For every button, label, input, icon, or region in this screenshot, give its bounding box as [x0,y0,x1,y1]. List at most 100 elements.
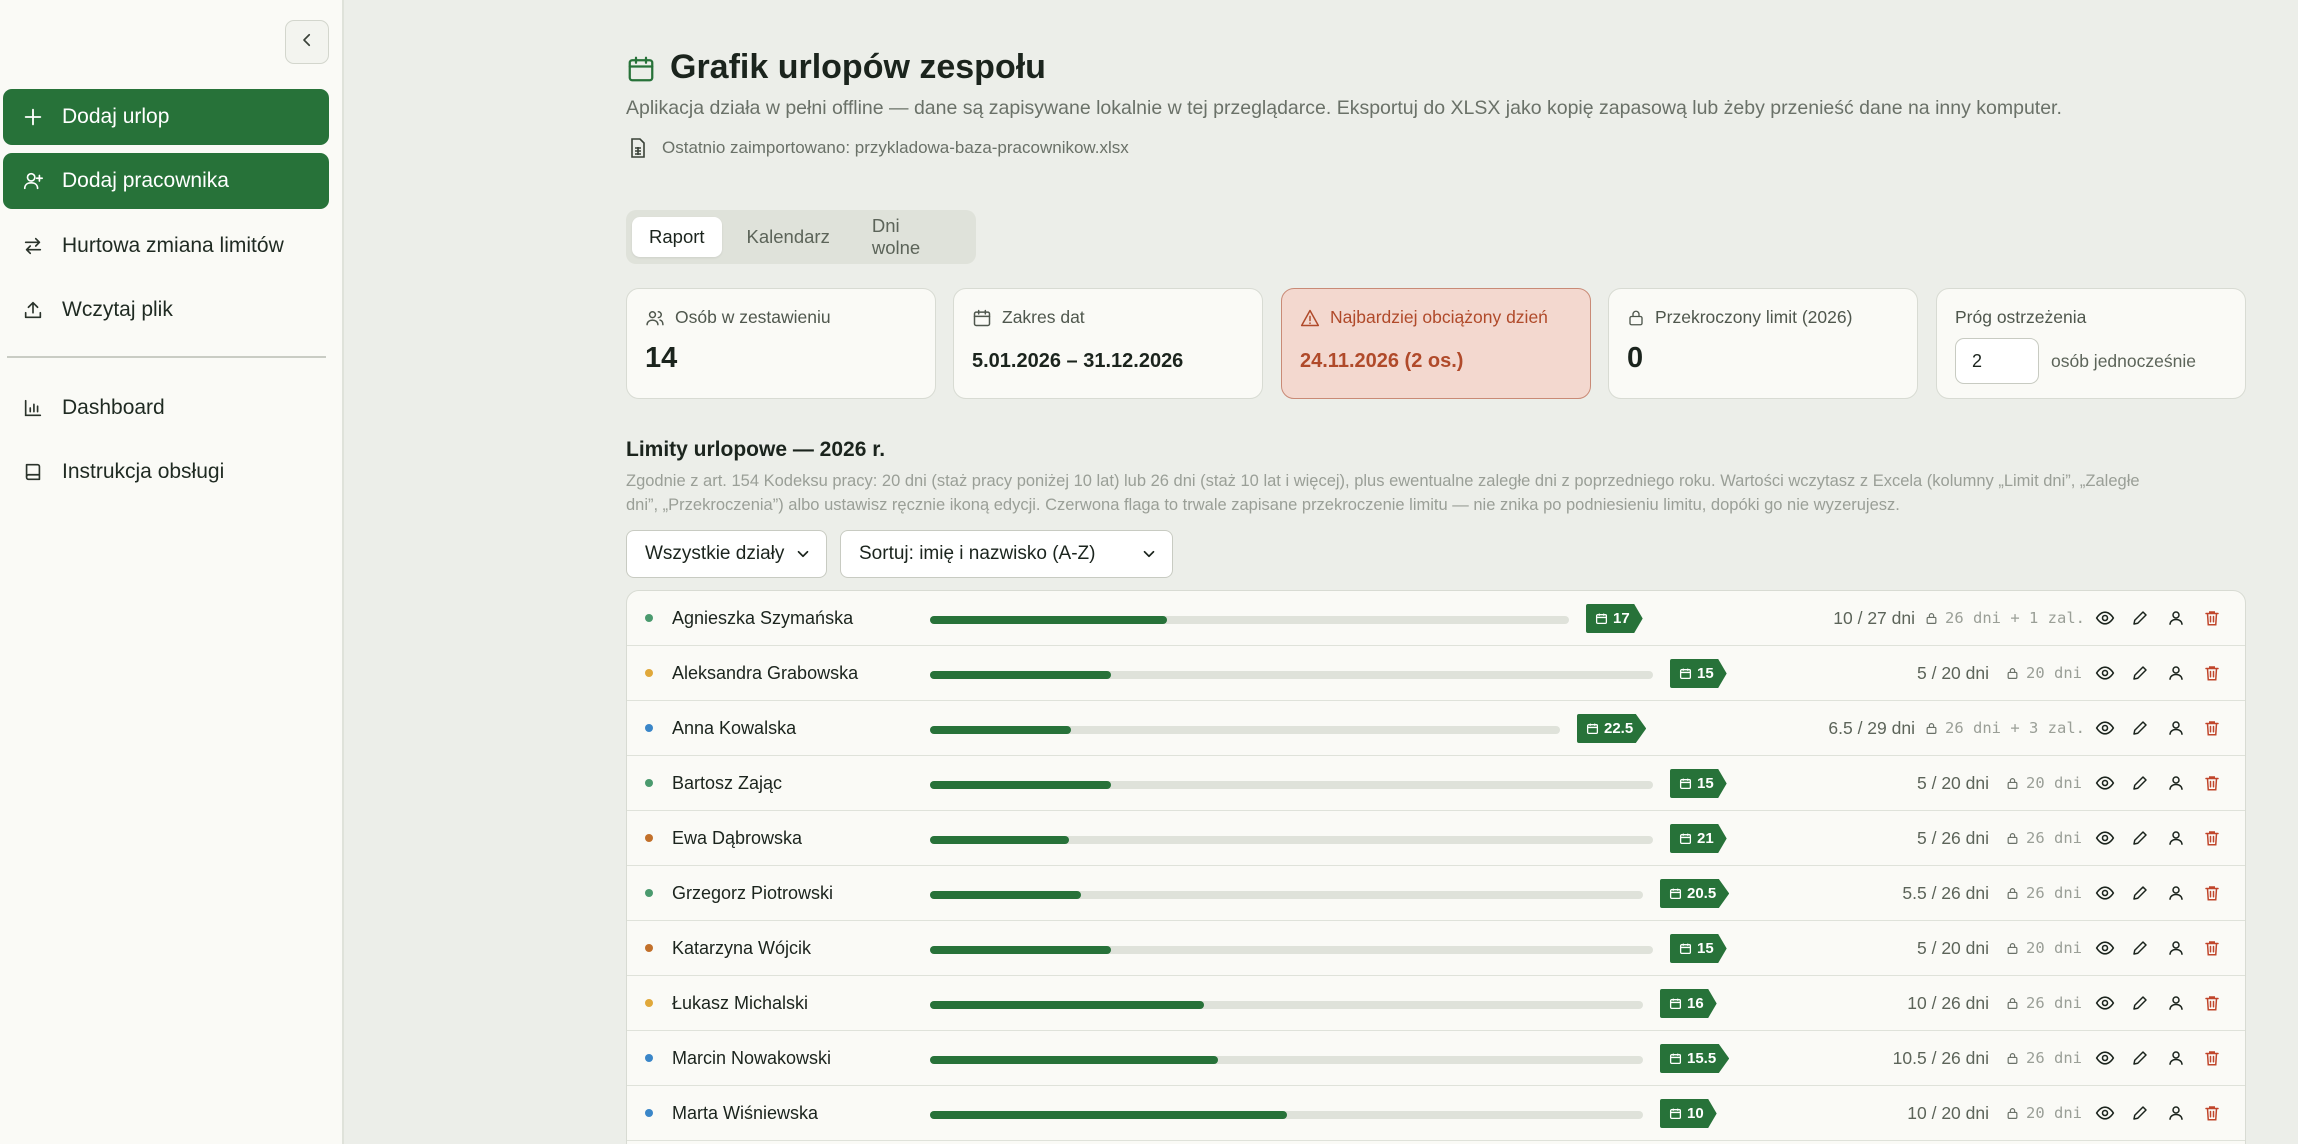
last-import-info: Ostatnio zaimportowano: przykladowa-baza… [630,138,1129,158]
usage-text: 5 / 20 dni [1917,773,1989,793]
edit-icon[interactable] [2129,827,2151,849]
add-employee-button[interactable]: Dodaj pracownika [3,153,329,209]
edit-icon[interactable] [2129,937,2151,959]
view-icon[interactable] [2094,607,2116,629]
sidebar: Dodaj urlop Dodaj pracownika Hurtowa zmi… [0,0,344,1144]
delete-icon[interactable] [2201,772,2223,794]
date-range-label: Zakres dat [1002,307,1085,327]
department-color-dot [645,999,653,1007]
tab-dni-wolne[interactable]: Dni wolne [855,215,962,258]
user-profile-icon[interactable] [2165,1102,2187,1124]
collapse-sidebar-button[interactable] [285,20,329,64]
limit-info: 20 dni [2006,664,2082,682]
user-profile-icon[interactable] [2165,772,2187,794]
remaining-days-value: 15 [1697,775,1714,792]
department-filter-select[interactable]: Wszystkie działy [626,530,827,578]
delete-icon[interactable] [2201,992,2223,1014]
limit-info: 26 dni [2006,884,2082,902]
dashboard-link[interactable]: Dashboard [3,380,329,436]
edit-icon[interactable] [2129,1047,2151,1069]
delete-icon[interactable] [2201,607,2223,629]
view-icon[interactable] [2094,937,2116,959]
view-tabs: Raport Kalendarz Dni wolne [626,210,976,264]
edit-icon[interactable] [2129,1102,2151,1124]
view-icon[interactable] [2094,717,2116,739]
warning-threshold-label: Próg ostrzeżenia [1955,307,2087,327]
delete-icon[interactable] [2201,827,2223,849]
delete-icon[interactable] [2201,717,2223,739]
user-profile-icon[interactable] [2165,882,2187,904]
tab-raport[interactable]: Raport [632,217,722,257]
view-icon[interactable] [2094,772,2116,794]
chevron-down-icon [794,545,812,563]
load-file-button[interactable]: Wczytaj plik [3,282,329,338]
employee-name: Grzegorz Piotrowski [672,883,834,903]
user-profile-icon[interactable] [2165,992,2187,1014]
calendar-icon [1586,722,1599,735]
employee-limits-table: Agnieszka Szymańska 17 10 / 27 dni 26 dni +… [626,590,2246,1144]
limit-info: 26 dni + 1 zal. [1925,609,2085,627]
view-icon[interactable] [2094,1047,2116,1069]
delete-icon[interactable] [2201,1102,2223,1124]
page-subtitle: Aplikacja działa w pełni offline — dane … [626,97,2062,119]
delete-icon[interactable] [2201,662,2223,684]
view-icon[interactable] [2094,827,2116,849]
date-range-card: Zakres dat 5.01.2026 – 31.12.2026 [953,288,1263,399]
leave-usage-fill [930,671,1111,679]
edit-icon[interactable] [2129,992,2151,1014]
manual-link[interactable]: Instrukcja obsługi [3,444,329,500]
leave-usage-bar [930,671,1653,679]
user-profile-icon[interactable] [2165,937,2187,959]
add-leave-button[interactable]: Dodaj urlop [3,89,329,145]
edit-icon[interactable] [2129,772,2151,794]
user-profile-icon[interactable] [2165,827,2187,849]
leave-usage-bar [930,616,1569,624]
remaining-days-value: 20.5 [1687,885,1717,902]
employee-name: Marta Wiśniewska [672,1103,819,1123]
spreadsheet-file-icon [630,138,646,158]
page-title: Grafik urlopów zespołu [670,48,1046,86]
leave-usage-fill [930,781,1111,789]
delete-icon[interactable] [2201,937,2223,959]
view-icon[interactable] [2094,992,2116,1014]
delete-icon[interactable] [2201,882,2223,904]
user-profile-icon[interactable] [2165,607,2187,629]
view-icon[interactable] [2094,882,2116,904]
leave-usage-bar [930,1001,1643,1009]
tab-kalendarz[interactable]: Kalendarz [730,217,847,257]
view-icon[interactable] [2094,662,2116,684]
user-profile-icon[interactable] [2165,717,2187,739]
limit-info: 26 dni + 3 zal. [1925,719,2085,737]
user-profile-icon[interactable] [2165,1047,2187,1069]
edit-icon[interactable] [2129,882,2151,904]
limit-value: 20 dni [2026,664,2082,682]
warning-threshold-input[interactable] [1955,338,2039,384]
user-profile-icon[interactable] [2165,662,2187,684]
exceeded-limit-label: Przekroczony limit (2026) [1655,307,1853,327]
usage-text: 6.5 / 29 dni [1828,718,1915,738]
delete-icon[interactable] [2201,1047,2223,1069]
department-color-dot [645,724,653,732]
lock-icon [2006,886,2019,901]
remaining-days-badge: 15 [1670,769,1727,798]
edit-icon[interactable] [2129,662,2151,684]
bulk-limit-change-button[interactable]: Hurtowa zmiana limitów [3,218,329,274]
employee-name: Aleksandra Grabowska [672,663,859,683]
edit-icon[interactable] [2129,607,2151,629]
remaining-days-value: 15.5 [1687,1050,1717,1067]
usage-text: 10.5 / 26 dni [1892,1048,1989,1068]
remaining-days-badge: 10 [1660,1099,1717,1128]
edit-icon[interactable] [2129,717,2151,739]
calendar-icon [1679,942,1692,955]
sort-select[interactable]: Sortuj: imię i nazwisko (A-Z) [840,530,1173,578]
leave-usage-bar [930,1111,1643,1119]
remaining-days-badge: 21 [1670,824,1727,853]
leave-usage-bar [930,836,1653,844]
department-color-dot [645,834,653,842]
calendar-icon [1669,1052,1682,1065]
department-color-dot [645,889,653,897]
calendar-icon [1679,667,1692,680]
view-icon[interactable] [2094,1102,2116,1124]
leave-usage-fill [930,1056,1218,1064]
leave-usage-fill [930,726,1071,734]
